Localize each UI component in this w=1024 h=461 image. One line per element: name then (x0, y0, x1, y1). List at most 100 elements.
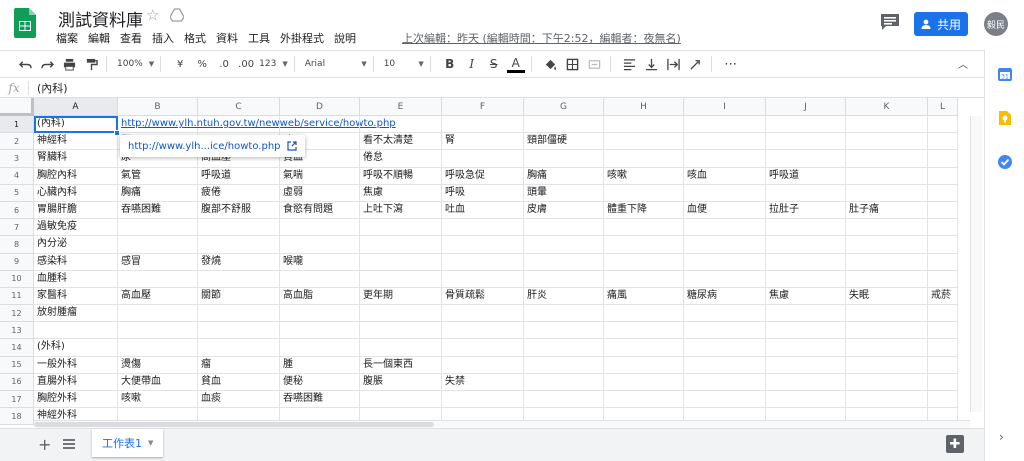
cell[interactable] (846, 116, 928, 134)
cell[interactable]: 高血壓 (118, 287, 198, 306)
borders-icon[interactable] (564, 53, 582, 75)
cell[interactable] (198, 236, 280, 254)
cell[interactable]: 腹部不舒服 (198, 201, 280, 220)
cell[interactable]: 戒菸 (928, 287, 958, 306)
cell[interactable] (442, 116, 524, 134)
font-size-select[interactable]: 10 ▼ (384, 53, 424, 75)
cell[interactable] (604, 150, 684, 168)
cell[interactable] (280, 322, 360, 340)
text-rotation-icon[interactable] (687, 53, 705, 75)
cell[interactable] (442, 356, 524, 374)
cell[interactable]: 咳嗽 (604, 167, 684, 185)
menu-view[interactable]: 查看 (120, 30, 142, 46)
row-header[interactable]: 13 (0, 322, 34, 340)
cell[interactable] (928, 116, 958, 134)
more-options-button[interactable]: ⋯ (722, 53, 740, 75)
fill-handle[interactable] (114, 130, 120, 136)
cell[interactable] (524, 116, 604, 134)
menu-format[interactable]: 格式 (184, 30, 206, 46)
text-color-button[interactable]: A (506, 55, 525, 73)
cell[interactable] (604, 322, 684, 340)
increase-decimal-button[interactable]: .00 (237, 53, 255, 75)
cell[interactable] (524, 253, 604, 271)
calendar-icon[interactable]: 31 (997, 66, 1013, 82)
cell[interactable] (118, 270, 198, 288)
bold-button[interactable]: B (441, 53, 459, 75)
cell[interactable]: 呼吸 (442, 184, 524, 202)
cell[interactable] (928, 322, 958, 340)
cell[interactable] (198, 339, 280, 357)
cell[interactable] (360, 391, 442, 409)
cell[interactable] (442, 270, 524, 288)
cell[interactable] (198, 322, 280, 340)
formula-input[interactable]: (內科) (37, 80, 68, 96)
cell[interactable] (684, 391, 766, 409)
column-header[interactable]: E (360, 98, 442, 116)
cell[interactable] (442, 236, 524, 254)
cell[interactable] (198, 116, 280, 134)
column-header[interactable]: J (766, 98, 846, 116)
comment-history-icon[interactable] (880, 13, 900, 31)
vertical-scrollbar[interactable] (970, 116, 982, 412)
cell[interactable] (846, 305, 928, 323)
cell[interactable] (604, 133, 684, 151)
star-icon[interactable]: ☆ (146, 6, 159, 24)
cell[interactable] (360, 270, 442, 288)
cell[interactable] (604, 373, 684, 391)
cell[interactable] (442, 305, 524, 323)
last-edit-link[interactable]: 上次編輯：昨天 (編輯時間：下午2:52，編輯者：夜無名) (402, 30, 681, 46)
row-header[interactable]: 10 (0, 270, 34, 288)
row-header[interactable]: 7 (0, 219, 34, 237)
cell[interactable]: 呼吸道 (198, 167, 280, 185)
cell[interactable] (928, 356, 958, 374)
horizontal-scroll-thumb[interactable] (34, 422, 434, 427)
cell[interactable] (928, 184, 958, 202)
cell[interactable]: 焦慮 (360, 184, 442, 202)
cell[interactable] (846, 270, 928, 288)
percent-format-button[interactable]: % (193, 53, 211, 75)
cell[interactable]: 拉肚子 (766, 201, 846, 220)
cell[interactable]: 大便帶血 (118, 373, 198, 391)
cell[interactable]: 虛弱 (280, 184, 360, 202)
cell[interactable] (846, 356, 928, 374)
sheets-logo-icon[interactable] (14, 8, 36, 38)
cell[interactable] (604, 253, 684, 271)
cell[interactable] (846, 150, 928, 168)
cell[interactable]: 一般外科 (34, 356, 118, 374)
cell[interactable]: 腹脹 (360, 373, 442, 391)
cell[interactable] (928, 167, 958, 185)
cell[interactable] (928, 133, 958, 151)
cell[interactable] (118, 236, 198, 254)
column-header[interactable]: H (604, 98, 684, 116)
cell[interactable] (280, 305, 360, 323)
cell[interactable] (524, 373, 604, 391)
cell[interactable] (524, 305, 604, 323)
cell[interactable]: 長一個東西 (360, 356, 442, 374)
cell[interactable] (766, 133, 846, 151)
row-header[interactable]: 17 (0, 391, 34, 409)
cell[interactable] (684, 219, 766, 237)
paint-format-icon[interactable] (82, 53, 100, 75)
menu-edit[interactable]: 編輯 (88, 30, 110, 46)
cell[interactable]: (外科) (34, 339, 118, 357)
cell[interactable]: 肚子痛 (846, 201, 928, 220)
share-button[interactable]: 共用 (914, 12, 968, 36)
cell[interactable] (604, 270, 684, 288)
move-to-drive-icon[interactable] (170, 8, 184, 22)
cell[interactable] (766, 373, 846, 391)
link-preview-url[interactable]: http://www.ylh...ice/howto.php (128, 141, 281, 152)
cell[interactable]: 氣喘 (280, 167, 360, 185)
cell[interactable] (928, 270, 958, 288)
row-header[interactable]: 16 (0, 373, 34, 391)
cell[interactable]: 頭暈 (524, 184, 604, 202)
cell[interactable]: 血腫科 (34, 270, 118, 288)
column-header[interactable]: G (524, 98, 604, 116)
column-header[interactable]: C (198, 98, 280, 116)
strikethrough-button[interactable]: S (485, 53, 503, 75)
cell[interactable]: 貧血 (198, 373, 280, 391)
cell[interactable] (604, 305, 684, 323)
cell[interactable] (360, 305, 442, 323)
cell[interactable]: 更年期 (360, 287, 442, 306)
cell[interactable] (684, 322, 766, 340)
cell[interactable]: http://www.ylh.ntuh.gov.tw/newweb/servic… (118, 116, 396, 134)
